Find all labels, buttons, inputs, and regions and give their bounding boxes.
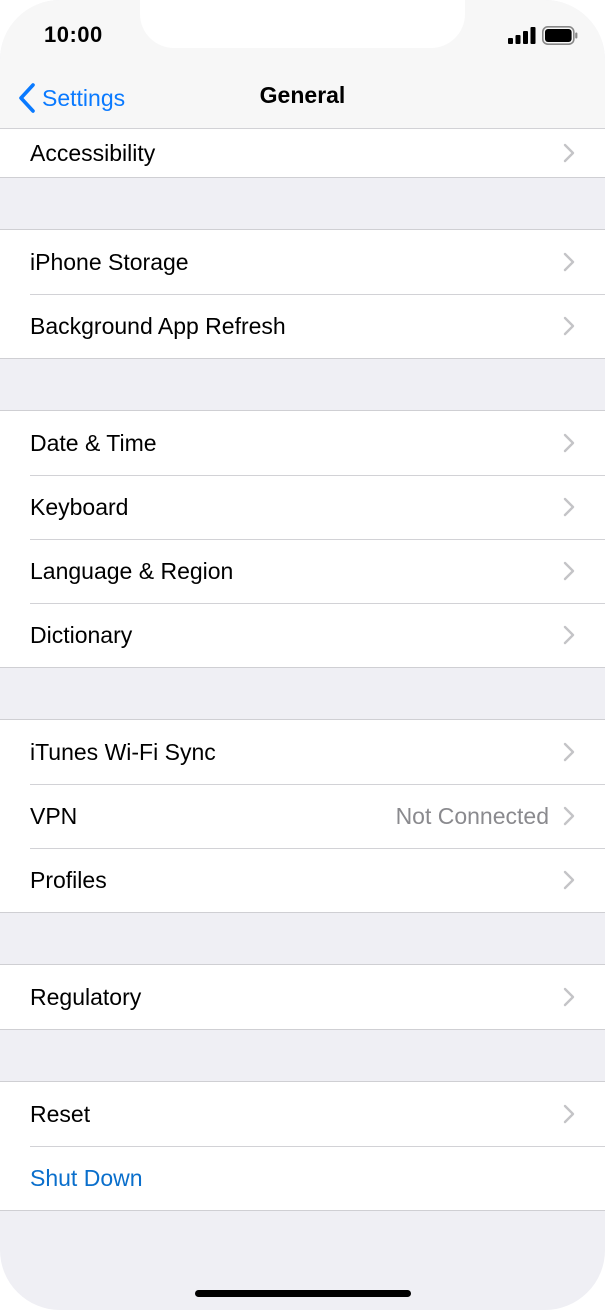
row-label: iPhone Storage <box>30 248 189 275</box>
cellular-signal-icon <box>508 27 536 44</box>
status-time: 10:00 <box>44 22 103 47</box>
row-label: Keyboard <box>30 493 129 520</box>
group-spacer <box>0 178 605 229</box>
chevron-right-icon <box>563 870 575 890</box>
navigation-bar: Settings General <box>0 70 605 129</box>
row-label: Background App Refresh <box>30 312 286 339</box>
row-label: Date & Time <box>30 429 157 456</box>
row-label: Accessibility <box>30 139 156 166</box>
page-title: General <box>259 82 346 108</box>
chevron-right-icon <box>563 1104 575 1124</box>
chevron-right-icon <box>563 252 575 272</box>
row-iphone-storage[interactable]: iPhone Storage <box>0 230 605 294</box>
settings-group-reset: Reset Shut Down <box>0 1081 605 1211</box>
chevron-right-icon <box>563 561 575 581</box>
settings-group-regulatory: Regulatory <box>0 964 605 1030</box>
row-label: Language & Region <box>30 557 234 584</box>
group-spacer <box>0 1030 605 1081</box>
chevron-right-icon <box>563 433 575 453</box>
row-regulatory[interactable]: Regulatory <box>0 965 605 1029</box>
chevron-right-icon <box>563 625 575 645</box>
vpn-status-value: Not Connected <box>395 802 549 829</box>
shut-down-label: Shut Down <box>30 1164 143 1191</box>
row-label: VPN <box>30 802 78 829</box>
status-bar: 10:00 <box>0 0 605 70</box>
group-spacer <box>0 359 605 410</box>
row-language-region[interactable]: Language & Region <box>0 539 605 603</box>
home-indicator[interactable] <box>195 1290 411 1297</box>
row-background-app-refresh[interactable]: Background App Refresh <box>0 294 605 358</box>
phone-screen: 10:00 Settings General Accessibility iPh… <box>0 0 605 1310</box>
settings-list: Accessibility iPhone Storage Background … <box>0 129 605 1211</box>
battery-icon <box>542 26 578 45</box>
row-reset[interactable]: Reset <box>0 1082 605 1146</box>
row-label: Reset <box>30 1100 91 1127</box>
row-itunes-wifi-sync[interactable]: iTunes Wi-Fi Sync <box>0 720 605 784</box>
row-profiles[interactable]: Profiles <box>0 848 605 912</box>
settings-group-storage: iPhone Storage Background App Refresh <box>0 229 605 359</box>
chevron-right-icon <box>563 497 575 517</box>
row-label: Profiles <box>30 866 107 893</box>
settings-group-sync: iTunes Wi-Fi Sync VPN Not Connected Prof… <box>0 719 605 913</box>
chevron-right-icon <box>563 806 575 826</box>
chevron-right-icon <box>563 742 575 762</box>
chevron-right-icon <box>563 316 575 336</box>
row-label: Dictionary <box>30 621 133 648</box>
group-spacer <box>0 668 605 719</box>
settings-group-accessibility: Accessibility <box>0 129 605 178</box>
notch <box>140 0 465 48</box>
row-vpn[interactable]: VPN Not Connected <box>0 784 605 848</box>
row-dictionary[interactable]: Dictionary <box>0 603 605 667</box>
row-label: Regulatory <box>30 983 142 1010</box>
chevron-right-icon <box>563 143 575 163</box>
shut-down-button[interactable]: Shut Down <box>0 1146 605 1210</box>
row-date-time[interactable]: Date & Time <box>0 411 605 475</box>
row-label: iTunes Wi-Fi Sync <box>30 738 216 765</box>
row-accessibility[interactable]: Accessibility <box>0 129 605 177</box>
row-keyboard[interactable]: Keyboard <box>0 475 605 539</box>
settings-group-locale: Date & Time Keyboard Language & Region D… <box>0 410 605 668</box>
group-spacer <box>0 913 605 964</box>
chevron-right-icon <box>563 987 575 1007</box>
